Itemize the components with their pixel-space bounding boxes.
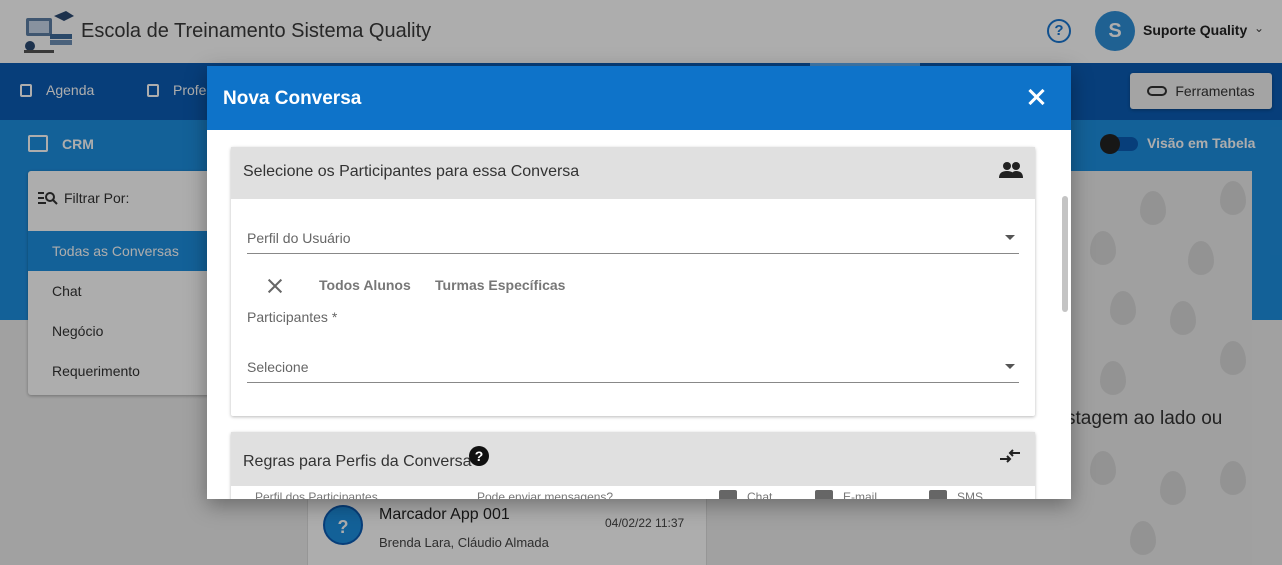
column-label: E-mail — [843, 490, 878, 499]
email-icon — [815, 490, 833, 499]
rules-help-icon[interactable]: ? — [469, 446, 489, 466]
dialog-title: Nova Conversa — [223, 88, 362, 109]
tab-turmas-especificas[interactable]: Turmas Específicas — [435, 277, 565, 293]
rules-card-header: Regras para Perfis da Conversa ? — [231, 432, 1035, 486]
column-header-can-send: Pode enviar mensagens? — [477, 490, 614, 499]
user-profile-select[interactable]: Perfil do Usuário — [247, 220, 1019, 254]
chat-icon — [719, 490, 737, 499]
participants-label: Participantes * — [247, 309, 338, 325]
column-label: Chat — [747, 490, 773, 499]
participants-card-title: Selecione os Participantes para essa Con… — [243, 163, 580, 180]
dropdown-arrow-icon — [1005, 235, 1015, 240]
user-profile-placeholder: Perfil do Usuário — [247, 230, 351, 246]
clear-icon[interactable] — [266, 277, 284, 295]
participants-select[interactable]: Selecione — [247, 349, 1019, 383]
column-header-email: E-mail — [815, 490, 877, 499]
close-icon[interactable] — [1025, 86, 1047, 108]
sms-icon — [929, 490, 947, 499]
participants-card: Selecione os Participantes para essa Con… — [231, 147, 1035, 416]
dropdown-arrow-icon — [1005, 364, 1015, 369]
tab-todos-alunos[interactable]: Todos Alunos — [319, 277, 411, 293]
participants-card-header: Selecione os Participantes para essa Con… — [231, 147, 1035, 199]
dialog-scrollbar[interactable] — [1059, 130, 1071, 499]
column-header-profile: Perfil dos Participantes — [255, 490, 378, 499]
people-icon — [999, 162, 1023, 178]
participants-placeholder: Selecione — [247, 359, 309, 375]
new-conversation-dialog: Nova Conversa Selecione os Participantes… — [207, 66, 1071, 499]
column-header-chat: Chat — [719, 490, 772, 499]
column-header-sms: SMS — [929, 490, 983, 499]
rules-card-title: Regras para Perfis da Conversa — [243, 453, 472, 470]
scrollbar-thumb[interactable] — [1062, 196, 1068, 312]
dialog-header: Nova Conversa — [207, 66, 1071, 130]
rules-card: Regras para Perfis da Conversa ? Perfil … — [231, 432, 1035, 499]
column-label: SMS — [957, 490, 984, 499]
compare-arrows-icon[interactable] — [999, 448, 1021, 464]
